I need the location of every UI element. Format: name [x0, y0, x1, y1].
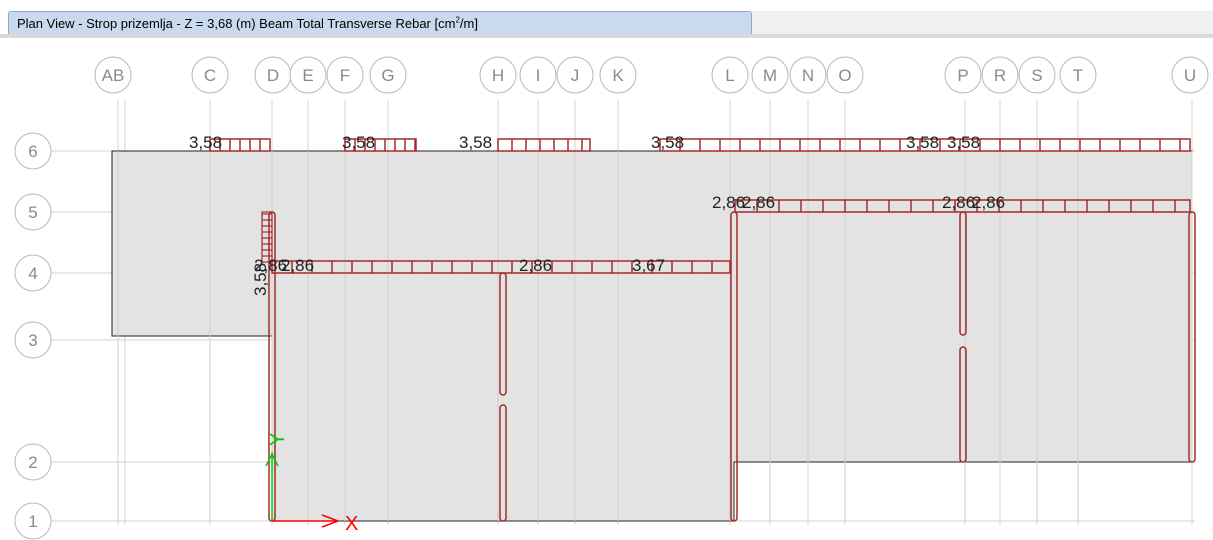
grid-bubble-label: H	[492, 66, 504, 85]
grid-bubble-label: U	[1184, 66, 1196, 85]
grid-bubble-n[interactable]: N	[789, 56, 827, 94]
grid-bubble-u[interactable]: U	[1171, 56, 1209, 94]
x-axis-label: X	[345, 513, 358, 535]
rebar-value: 3,58	[189, 133, 222, 152]
grid-bubble-label: E	[302, 66, 313, 85]
grid-bubble-k[interactable]: K	[599, 56, 637, 94]
grid-bubble-c[interactable]: C	[191, 56, 229, 94]
view-tab[interactable]: Plan View - Strop prizemlja - Z = 3,68 (…	[8, 11, 752, 35]
tab-title-suffix: /m]	[459, 16, 478, 31]
grid-bubble-label: S	[1031, 66, 1042, 85]
grid-bubble-label: M	[763, 66, 777, 85]
grid-bubble-h[interactable]: H	[479, 56, 517, 94]
grid-bubble-l[interactable]: L	[711, 56, 749, 94]
slab-area	[111, 150, 1193, 522]
rebar-value: 3,58	[947, 133, 980, 152]
grid-bubble-label: F	[340, 66, 350, 85]
tab-bar-empty	[752, 11, 1213, 35]
grid-bubble-label: 6	[28, 142, 37, 161]
grid-bubble-label: T	[1073, 66, 1083, 85]
grid-bubble-r[interactable]: R	[981, 56, 1019, 94]
grid-bubble-label: G	[381, 66, 394, 85]
rebar-value: 2,86	[712, 193, 745, 212]
rebar-value: 3,58	[459, 133, 492, 152]
grid-bubble-m[interactable]: M	[751, 56, 789, 94]
grid-bubble-label: 1	[28, 512, 37, 531]
grid-bubble-f[interactable]: F	[326, 56, 364, 94]
grid-bubble-row-2[interactable]: 2	[14, 443, 52, 481]
y-axis-label: Y	[267, 433, 289, 446]
grid-bubble-label: N	[802, 66, 814, 85]
rebar-value: 2,86	[281, 256, 314, 275]
grid-bubble-label: C	[204, 66, 216, 85]
rebar-value: 2,86	[742, 193, 775, 212]
grid-bubble-row-6[interactable]: 6	[14, 132, 52, 170]
grid-bubble-label: 5	[28, 203, 37, 222]
rebar-value: 3,67	[632, 256, 665, 275]
tab-title-prefix: Plan View - Strop prizemlja - Z = 3,68 (…	[17, 16, 456, 31]
grid-bubble-ab[interactable]: AB	[94, 56, 132, 94]
plan-view-canvas[interactable]: AB C D E F G H I J K L M N O P R S T U 6 5 4 3 2 1 3,58 3,58 3,58 3…	[0, 38, 1213, 540]
grid-bubble-label: D	[267, 66, 279, 85]
grid-bubble-row-4[interactable]: 4	[14, 254, 52, 292]
rebar-value: 2,86	[942, 193, 975, 212]
grid-bubble-label: 2	[28, 453, 37, 472]
grid-bubble-label: I	[536, 66, 541, 85]
grid-bubble-label: O	[838, 66, 851, 85]
rebar-value: 3,58	[342, 133, 375, 152]
grid-bubble-e[interactable]: E	[289, 56, 327, 94]
grid-bubble-label: L	[725, 66, 734, 85]
grid-bubble-s[interactable]: S	[1018, 56, 1056, 94]
grid-bubble-row-5[interactable]: 5	[14, 193, 52, 231]
grid-bubble-label: P	[957, 66, 968, 85]
grid-bubble-label: R	[994, 66, 1006, 85]
grid-bubble-label: AB	[102, 66, 125, 85]
grid-bubble-label: 3	[28, 331, 37, 350]
rebar-value: 3,58	[651, 133, 684, 152]
slab-areas	[111, 150, 1193, 522]
grid-bubble-label: 4	[28, 264, 37, 283]
grid-bubble-i[interactable]: I	[519, 56, 557, 94]
grid-bubble-label: K	[612, 66, 624, 85]
grid-bubble-t[interactable]: T	[1059, 56, 1097, 94]
grid-bubble-d[interactable]: D	[254, 56, 292, 94]
rebar-value: 2,86	[972, 193, 1005, 212]
rebar-value: 3,58	[251, 263, 270, 296]
grid-bubble-p[interactable]: P	[944, 56, 982, 94]
grid-bubble-label: J	[571, 66, 580, 85]
rebar-value: 3,58	[906, 133, 939, 152]
grid-bubble-j[interactable]: J	[556, 56, 594, 94]
grid-bubble-row-3[interactable]: 3	[14, 321, 52, 359]
rebar-value: 2,86	[519, 256, 552, 275]
grid-bubble-g[interactable]: G	[369, 56, 407, 94]
grid-bubble-o[interactable]: O	[826, 56, 864, 94]
grid-bubble-row-1[interactable]: 1	[14, 502, 52, 540]
view-tab-bar: Plan View - Strop prizemlja - Z = 3,68 (…	[0, 0, 1213, 38]
